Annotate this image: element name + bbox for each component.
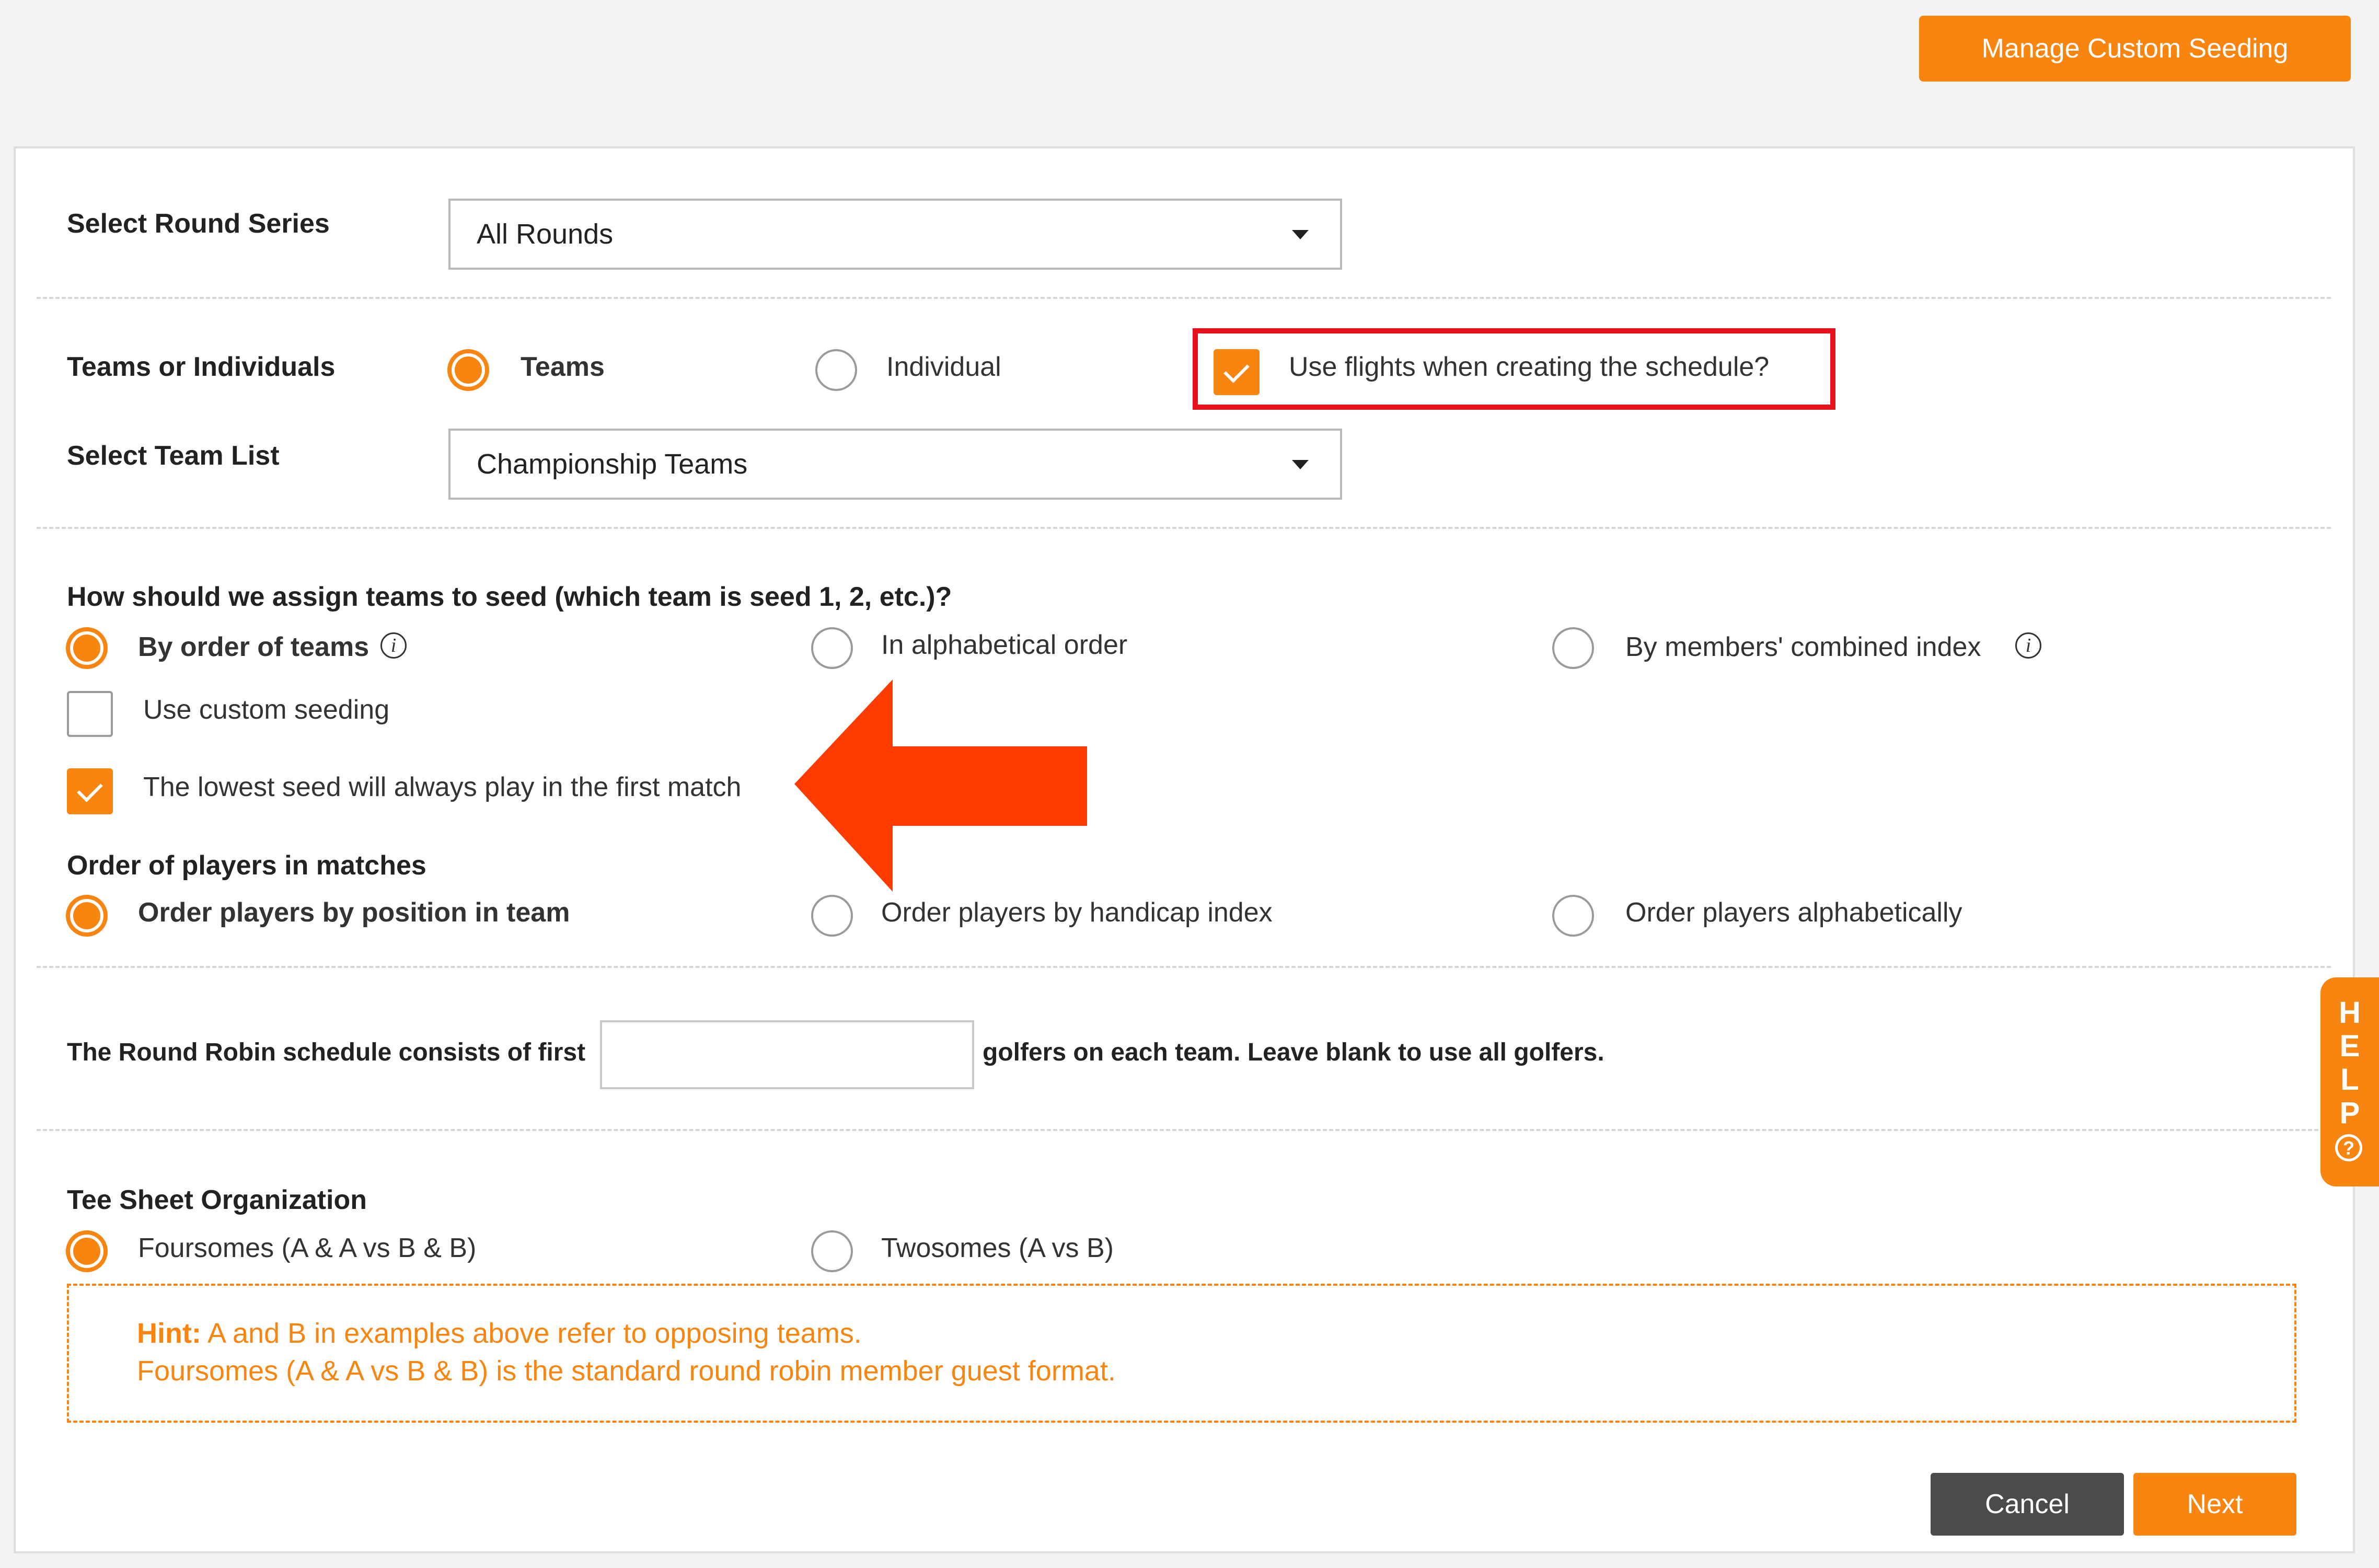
radio-combined-index[interactable] (1552, 627, 1594, 669)
left-arrow-icon (794, 679, 1087, 892)
radio-order-by-handicap-label: Order players by handicap index (881, 897, 1273, 928)
radio-order-by-position-label: Order players by position in team (138, 897, 570, 928)
radio-teams[interactable] (447, 349, 489, 391)
radio-foursomes[interactable] (66, 1230, 108, 1272)
question-circle-icon: ? (2335, 1134, 2362, 1161)
divider (37, 297, 2331, 299)
seed-question: How should we assign teams to seed (whic… (67, 582, 952, 612)
round-series-label: Select Round Series (67, 209, 330, 239)
team-list-select[interactable]: Championship Teams (448, 429, 1342, 500)
radio-individual[interactable] (815, 349, 857, 391)
hint-line-2: Foursomes (A & A vs B & B) is the standa… (137, 1355, 1116, 1387)
radio-twosomes[interactable] (811, 1230, 853, 1272)
round-robin-prefix: The Round Robin schedule consists of fir… (67, 1039, 586, 1066)
radio-teams-label: Teams (521, 352, 605, 382)
custom-seeding-checkbox[interactable] (67, 691, 113, 737)
radio-order-by-position[interactable] (66, 895, 108, 937)
info-icon[interactable]: i (2015, 632, 2041, 659)
help-letter: H (2339, 996, 2361, 1030)
round-robin-suffix: golfers on each team. Leave blank to use… (983, 1039, 1604, 1066)
radio-individual-label: Individual (886, 352, 1001, 382)
team-list-label: Select Team List (67, 441, 280, 471)
radio-order-by-handicap[interactable] (811, 895, 853, 937)
divider (37, 1129, 2331, 1131)
help-letter: E (2339, 1029, 2360, 1063)
chevron-down-icon (1292, 460, 1309, 469)
team-list-value: Championship Teams (477, 448, 748, 480)
radio-alphabetical-label: In alphabetical order (881, 630, 1128, 660)
divider (37, 966, 2331, 968)
lowest-seed-label: The lowest seed will always play in the … (143, 772, 742, 802)
help-letter: L (2340, 1063, 2359, 1097)
use-flights-checkbox[interactable] (1214, 349, 1260, 395)
hint-text-1: A and B in examples above refer to oppos… (207, 1318, 862, 1349)
radio-order-alphabetically[interactable] (1552, 895, 1594, 937)
divider (37, 527, 2331, 529)
next-button[interactable]: Next (2133, 1473, 2296, 1536)
lowest-seed-checkbox[interactable] (67, 768, 113, 814)
hint-line-1: Hint: A and B in examples above refer to… (137, 1317, 862, 1350)
radio-order-alphabetically-label: Order players alphabetically (1625, 897, 1962, 928)
radio-alphabetical[interactable] (811, 627, 853, 669)
tee-sheet-label: Tee Sheet Organization (67, 1185, 367, 1215)
use-flights-label: Use flights when creating the schedule? (1289, 352, 1770, 382)
radio-twosomes-label: Twosomes (A vs B) (881, 1233, 1114, 1263)
help-tab[interactable]: H E L P ? (2320, 977, 2379, 1186)
hint-box: Hint: A and B in examples above refer to… (67, 1284, 2296, 1423)
manage-custom-seeding-button[interactable]: Manage Custom Seeding (1919, 16, 2351, 82)
round-series-value: All Rounds (477, 218, 614, 250)
custom-seeding-label: Use custom seeding (143, 695, 390, 725)
teams-or-individuals-label: Teams or Individuals (67, 352, 336, 382)
round-series-select[interactable]: All Rounds (448, 199, 1342, 270)
player-order-label: Order of players in matches (67, 850, 426, 881)
help-letter: P (2339, 1096, 2360, 1130)
radio-combined-index-label: By members' combined index (1625, 632, 1981, 662)
chevron-down-icon (1292, 230, 1309, 239)
cancel-button[interactable]: Cancel (1931, 1473, 2124, 1536)
radio-foursomes-label: Foursomes (A & A vs B & B) (138, 1233, 477, 1263)
hint-prefix: Hint: (137, 1318, 201, 1349)
hint-text-2: Foursomes (A & A vs B & B) is the standa… (137, 1355, 1116, 1387)
radio-order-of-teams-label: By order of teams (138, 632, 369, 662)
golfer-count-input[interactable] (600, 1020, 974, 1089)
radio-order-of-teams[interactable] (66, 627, 108, 669)
info-icon[interactable]: i (380, 632, 407, 659)
